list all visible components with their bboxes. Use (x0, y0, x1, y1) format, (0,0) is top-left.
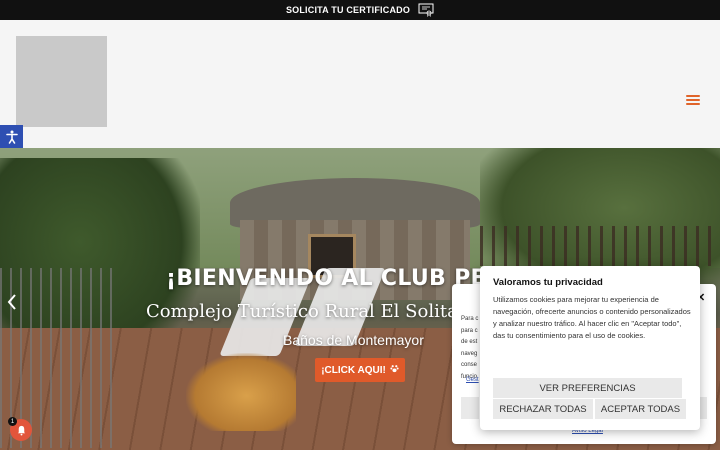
chevron-left-icon[interactable] (7, 294, 17, 315)
click-here-button[interactable]: ¡CLICK AQUI! (315, 358, 405, 382)
hero-subtitle: Complejo Turístico Rural El Solitario (146, 301, 483, 322)
hero-fence-right (480, 226, 720, 266)
certificate-link[interactable]: SOLICITA TU CERTIFICADO (286, 5, 410, 15)
hero-location: Baños de Montemayor (283, 332, 424, 348)
notification-count-badge: 1 (8, 417, 17, 426)
cookie-body: Utilizamos cookies para mejorar tu exper… (493, 295, 691, 340)
site-header (0, 20, 720, 148)
bell-icon[interactable]: 1 (8, 417, 32, 441)
accept-all-button[interactable]: ACEPTAR TODAS (595, 399, 686, 419)
view-preferences-button[interactable]: VER PREFERENCIAS (493, 378, 682, 398)
cookie-consent-dialog: Valoramos tu privacidad Utilizamos cooki… (480, 266, 700, 430)
manage-cookies-link[interactable]: Gest (466, 377, 479, 383)
certificate-icon[interactable] (418, 3, 434, 17)
cookie-title: Valoramos tu privacidad (493, 277, 603, 288)
cta-label: ¡CLICK AQUI! (321, 364, 386, 376)
hamburger-menu-icon[interactable] (684, 92, 702, 108)
hero-dog (186, 353, 296, 431)
top-announcement-bar: SOLICITA TU CERTIFICADO (0, 0, 720, 20)
accessibility-icon[interactable] (0, 125, 23, 148)
paw-icon (390, 364, 399, 376)
site-logo[interactable] (16, 36, 107, 127)
notice-button-edge[interactable] (461, 397, 479, 419)
reject-all-button[interactable]: RECHAZAR TODAS (493, 399, 593, 419)
